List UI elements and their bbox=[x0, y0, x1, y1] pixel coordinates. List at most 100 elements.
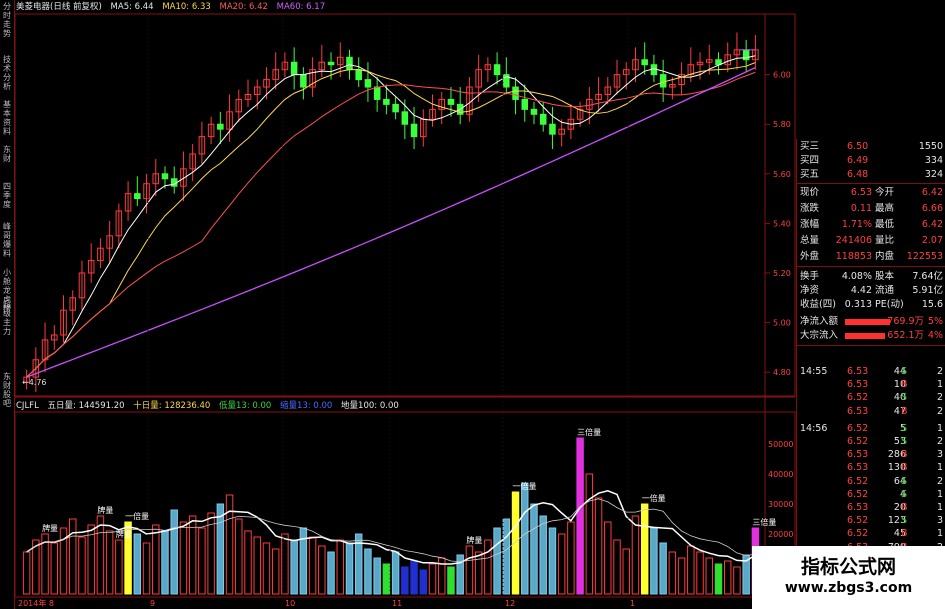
tick-row: 6.52 123 S 3 bbox=[797, 514, 945, 527]
candle-body bbox=[392, 103, 399, 113]
price-axis-label: 4.80 bbox=[773, 368, 791, 377]
tick-cell: 6.53 bbox=[847, 405, 869, 417]
candle-body bbox=[346, 56, 353, 71]
tick-cell: B bbox=[901, 405, 908, 417]
flow-bar bbox=[845, 333, 885, 339]
tick-row: 6.52 45 B 1 bbox=[797, 527, 945, 540]
volume-axis-label: 30000 bbox=[768, 500, 793, 509]
volume-bar bbox=[115, 539, 123, 595]
volume-bar bbox=[576, 437, 584, 595]
volume-bar bbox=[539, 515, 547, 595]
ask-row-cell: 买三 bbox=[800, 141, 820, 152]
volume-bar bbox=[382, 563, 391, 595]
tick-cell: 1 bbox=[936, 422, 943, 434]
low-price-label: ←4.76 bbox=[22, 378, 47, 387]
volume-bar bbox=[50, 542, 59, 595]
ask-row-cell: 6.50 bbox=[847, 141, 869, 152]
stat-row: 现价 6.53 今开 6.42 bbox=[797, 186, 945, 200]
extra-row-cell: 15.6 bbox=[921, 299, 943, 310]
volume-bar bbox=[594, 497, 603, 595]
volume-bar bbox=[327, 551, 335, 595]
volume-bar bbox=[69, 518, 77, 595]
extra-row-cell: 7.64亿 bbox=[912, 271, 943, 282]
tick-cell: S bbox=[901, 515, 908, 527]
volume-bar bbox=[244, 530, 252, 595]
volume-bar bbox=[170, 509, 178, 595]
stat-row-cell: 6.42 bbox=[921, 219, 943, 230]
volume-bar bbox=[733, 566, 741, 595]
tick-cell: 6.52 bbox=[847, 515, 869, 527]
stat-row-cell: 量比 bbox=[875, 235, 895, 246]
stat-row-cell: 最高 bbox=[875, 203, 895, 214]
volume-bar bbox=[705, 557, 713, 595]
volume-bar bbox=[142, 542, 151, 595]
stat-row-cell: 0.11 bbox=[850, 203, 872, 214]
volume-bar bbox=[474, 551, 483, 595]
tick-cell: 1 bbox=[936, 488, 943, 500]
volume-bar bbox=[484, 539, 492, 595]
tick-row: 6.53 286 B 3 bbox=[797, 448, 945, 461]
tick-row: 6.52 40 S 2 bbox=[797, 391, 945, 404]
candle-body bbox=[134, 193, 141, 200]
stat-row-cell: 现价 bbox=[800, 187, 820, 198]
volume-bar bbox=[318, 545, 326, 595]
volume-axis-label: 20000 bbox=[768, 530, 793, 539]
stat-row: 涨跌 0.11 最高 6.66 bbox=[797, 202, 945, 216]
candle-body bbox=[161, 173, 169, 180]
extra-row-cell: 收益(四) bbox=[800, 299, 836, 310]
volume-bar bbox=[161, 530, 169, 595]
flow-row-cell: 5% bbox=[927, 316, 943, 327]
stat-row: 涨幅 1.71% 最低 6.42 bbox=[797, 218, 945, 232]
extra-row: 收益(四) 0.313 PE(动) 15.6 bbox=[797, 298, 945, 312]
volume-annotation: 牌量 bbox=[466, 535, 482, 545]
tick-cell: 6.52 bbox=[847, 436, 869, 447]
stat-row-cell: 涨幅 bbox=[800, 219, 820, 230]
candle-body bbox=[641, 59, 648, 66]
volume-bar bbox=[696, 551, 704, 595]
tick-row: 6.53 10 B 1 bbox=[797, 378, 945, 391]
volume-bar bbox=[345, 542, 354, 595]
tick-cell: S bbox=[901, 392, 908, 404]
ask-row-cell: 6.48 bbox=[847, 169, 869, 180]
ask-row-cell: 买四 bbox=[800, 155, 820, 166]
volume-bar bbox=[530, 503, 538, 595]
tick-cell: S bbox=[901, 436, 908, 447]
tick-cell: 1 bbox=[936, 379, 943, 391]
tick-cell: 6.52 bbox=[847, 392, 869, 404]
volume-bar bbox=[631, 515, 640, 595]
date-axis-label: 10 bbox=[285, 599, 295, 608]
volume-bar bbox=[290, 539, 298, 595]
tick-row: 14:56 6.52 5 S 1 bbox=[797, 422, 945, 435]
volume-bar bbox=[262, 542, 271, 595]
volume-bar bbox=[714, 563, 723, 595]
tick-cell: 6.52 bbox=[847, 488, 869, 500]
date-axis-label: 2014年 8 bbox=[18, 598, 54, 608]
stat-row-cell: 241406 bbox=[835, 235, 872, 246]
tick-cell: B bbox=[901, 379, 908, 391]
volume-annotation: 一倍量 bbox=[125, 511, 149, 521]
extra-row-cell: 0.313 bbox=[844, 299, 872, 310]
date-axis-label: 12 bbox=[505, 599, 515, 608]
ask-row-cell: 324 bbox=[924, 169, 943, 180]
tick-cell: 2 bbox=[936, 405, 943, 417]
price-pane-frame bbox=[14, 13, 796, 397]
candle-body bbox=[512, 86, 519, 100]
volume-bar bbox=[557, 533, 566, 595]
extra-row-cell: 4.08% bbox=[841, 271, 872, 282]
candle-body bbox=[355, 69, 362, 81]
volume-bar bbox=[668, 551, 677, 595]
candle-body bbox=[300, 74, 307, 88]
stat-row-cell: 1.71% bbox=[841, 219, 872, 230]
stat-row-cell: 6.42 bbox=[921, 187, 943, 198]
extra-row-cell: 换手 bbox=[800, 271, 820, 282]
volume-annotation: 牌量 bbox=[42, 523, 58, 533]
candle-body bbox=[327, 61, 335, 66]
volume-bar bbox=[198, 527, 206, 595]
ask-row: 买四 6.49 334 bbox=[797, 154, 945, 168]
volume-bar bbox=[521, 482, 529, 595]
tick-cell: 2 bbox=[936, 475, 943, 487]
volume-bar bbox=[308, 536, 317, 595]
tick-cell: 3 bbox=[936, 449, 943, 461]
volume-bar bbox=[687, 545, 695, 595]
volume-bar bbox=[78, 536, 86, 595]
